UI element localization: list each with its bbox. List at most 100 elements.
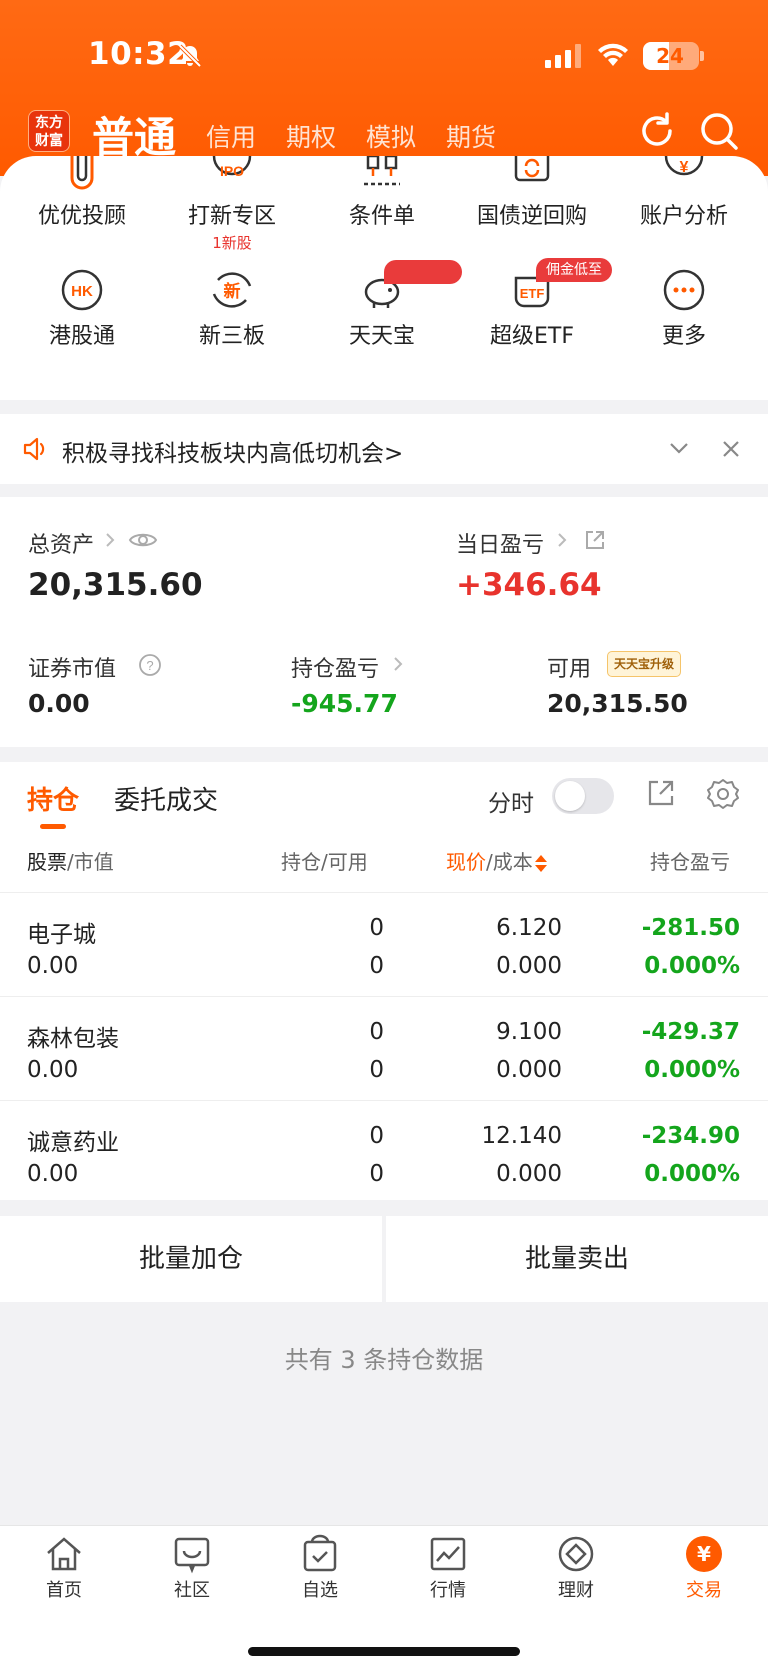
- market-value-label: 证券市值: [28, 657, 117, 682]
- tab-simulation[interactable]: 模拟: [366, 118, 416, 154]
- stock-available: 0: [369, 1057, 384, 1083]
- stock-name: 诚意药业: [27, 1130, 119, 1156]
- help-icon[interactable]: ?: [138, 653, 162, 677]
- position-pl-label[interactable]: 持仓盈亏: [291, 651, 379, 683]
- bell-muted-icon: [178, 44, 202, 68]
- grid-item-reverse-repo[interactable]: 国债逆回购: [457, 156, 607, 230]
- status-time: 10:32: [88, 36, 190, 72]
- search-icon[interactable]: [698, 110, 740, 152]
- svg-text:IPO: IPO: [220, 163, 244, 179]
- batch-add-button[interactable]: 批量加仓: [0, 1216, 382, 1302]
- tab-options[interactable]: 期权: [286, 118, 336, 154]
- total-assets-value: 20,315.60: [28, 567, 203, 603]
- grid-item-condition-order[interactable]: 条件单: [307, 156, 457, 230]
- daily-pl-label[interactable]: 当日盈亏: [456, 527, 544, 559]
- holdings-count-text: 共有 3 条持仓数据: [284, 1346, 484, 1374]
- svg-text:新: 新: [224, 281, 241, 302]
- batch-actions: 批量加仓 批量卖出: [0, 1216, 768, 1302]
- wifi-icon: [598, 43, 628, 66]
- stock-pl-pct: 0.000%: [644, 953, 740, 979]
- app-header: 10:32 24 东方 财富 普通 信用 期权 模拟 期货: [0, 0, 768, 176]
- bottom-tab-bar: 首页 社区 自选 行情 理财 ¥ 交易: [0, 1525, 768, 1669]
- hk-icon: HK: [61, 269, 103, 311]
- watchlist-icon: [303, 1534, 337, 1572]
- ipo-icon: IPO: [212, 156, 252, 179]
- position-pl-value: -945.77: [291, 689, 398, 718]
- grid-item-account-analysis[interactable]: ¥ 账户分析: [609, 156, 759, 230]
- grid-item-hk-connect[interactable]: HK 港股通: [7, 268, 157, 350]
- status-bar: 10:32 24: [0, 36, 768, 76]
- notice-text[interactable]: 积极寻找科技板块内高低切机会>: [62, 434, 403, 468]
- grid-item-more[interactable]: 更多: [609, 268, 759, 350]
- tab-positions[interactable]: 持仓: [27, 780, 79, 817]
- tabbar-home[interactable]: 首页: [0, 1534, 128, 1602]
- trade-icon: ¥: [686, 1536, 722, 1572]
- gear-icon[interactable]: [707, 778, 739, 810]
- tab-credit[interactable]: 信用: [206, 118, 256, 154]
- battery-level: 24: [656, 44, 684, 68]
- stock-pl-pct: 0.000%: [644, 1161, 740, 1187]
- etf-commission-badge: 佣金低至: [536, 258, 612, 282]
- quick-function-card: 优优投顾 IPO 打新专区 1新股 条件单 国债逆回购 ¥ 账户分析 HK 港股…: [0, 156, 768, 400]
- app-logo: 东方 财富: [28, 110, 70, 152]
- col-header-stock: 股票/市值: [27, 850, 114, 874]
- stock-position: 0: [369, 1123, 384, 1149]
- notice-bar[interactable]: 积极寻找科技板块内高低切机会>: [0, 414, 768, 484]
- stock-position: 0: [369, 915, 384, 941]
- table-row[interactable]: 诚意药业 0.00 0 0 12.140 0.000 -234.90 0.000…: [0, 1100, 768, 1204]
- stock-price: 12.140: [481, 1123, 562, 1149]
- home-indicator: [248, 1647, 520, 1656]
- grid-item-ipo[interactable]: IPO 打新专区 1新股: [157, 156, 307, 253]
- table-row[interactable]: 森林包装 0.00 0 0 9.100 0.000 -429.37 0.000%: [0, 996, 768, 1100]
- batch-sell-button[interactable]: 批量卖出: [386, 1216, 768, 1302]
- tabbar-market[interactable]: 行情: [384, 1534, 512, 1602]
- svg-text:¥: ¥: [697, 1542, 711, 1566]
- refresh-icon[interactable]: [636, 110, 678, 152]
- eye-icon[interactable]: [128, 529, 158, 551]
- available-value: 20,315.50: [547, 689, 688, 718]
- tab-indicator: [40, 824, 66, 829]
- market-value: 0.00: [28, 689, 90, 718]
- col-header-pl: 持仓盈亏: [650, 850, 730, 874]
- stock-price: 9.100: [496, 1019, 562, 1045]
- tab-orders-trades[interactable]: 委托成交: [114, 780, 218, 817]
- tabbar-watchlist[interactable]: 自选: [256, 1534, 384, 1602]
- external-link-icon[interactable]: [646, 778, 676, 808]
- market-icon: [430, 1537, 466, 1571]
- condition-icon: [364, 156, 400, 186]
- svg-text:ETF: ETF: [520, 286, 545, 301]
- stock-cost: 0.000: [496, 1057, 562, 1083]
- total-assets-label[interactable]: 总资产: [28, 527, 94, 559]
- share-icon[interactable]: [584, 529, 606, 551]
- chevron-down-icon[interactable]: [668, 440, 690, 456]
- stock-price: 6.120: [496, 915, 562, 941]
- svg-text:HK: HK: [71, 283, 93, 300]
- new-board-icon: 新: [212, 272, 252, 308]
- asset-summary: 总资产 20,315.60 当日盈亏 +346.64 证券市值 ? 0.00 持…: [0, 497, 768, 747]
- account-analysis-icon: ¥: [664, 156, 704, 176]
- col-header-price[interactable]: 现价/成本: [446, 846, 547, 875]
- tabbar-community[interactable]: 社区: [128, 1534, 256, 1602]
- clip-icon: [70, 156, 94, 190]
- holdings-panel: 持仓 委托成交 分时 股票/市值 持仓/可用 现价/成本 持仓盈亏 电子城 0.…: [0, 762, 768, 1200]
- stock-market-value: 0.00: [27, 953, 79, 979]
- sort-desc-icon: [534, 865, 547, 872]
- intraday-label: 分时: [488, 791, 534, 817]
- stock-pl: -429.37: [641, 1019, 740, 1045]
- available-label: 可用: [547, 657, 592, 682]
- chevron-right-icon: [394, 657, 403, 671]
- stock-pl: -281.50: [641, 915, 740, 941]
- grid-item-new-third-board[interactable]: 新 新三板: [157, 268, 307, 350]
- intraday-toggle[interactable]: [552, 778, 614, 814]
- tabbar-wealth[interactable]: 理财: [512, 1534, 640, 1602]
- close-icon[interactable]: [720, 438, 742, 460]
- stock-cost: 0.000: [496, 953, 562, 979]
- tabbar-trade[interactable]: ¥ 交易: [640, 1534, 768, 1602]
- stock-name: 森林包装: [27, 1026, 119, 1052]
- stock-name: 电子城: [27, 922, 96, 948]
- tab-futures[interactable]: 期货: [446, 118, 496, 154]
- table-row[interactable]: 电子城 0.00 0 0 6.120 0.000 -281.50 0.000%: [0, 892, 768, 996]
- grid-item-youyou-advisor[interactable]: 优优投顾: [7, 156, 157, 230]
- stock-market-value: 0.00: [27, 1057, 79, 1083]
- tiantianbao-upgrade-badge[interactable]: 天天宝升级: [607, 651, 682, 677]
